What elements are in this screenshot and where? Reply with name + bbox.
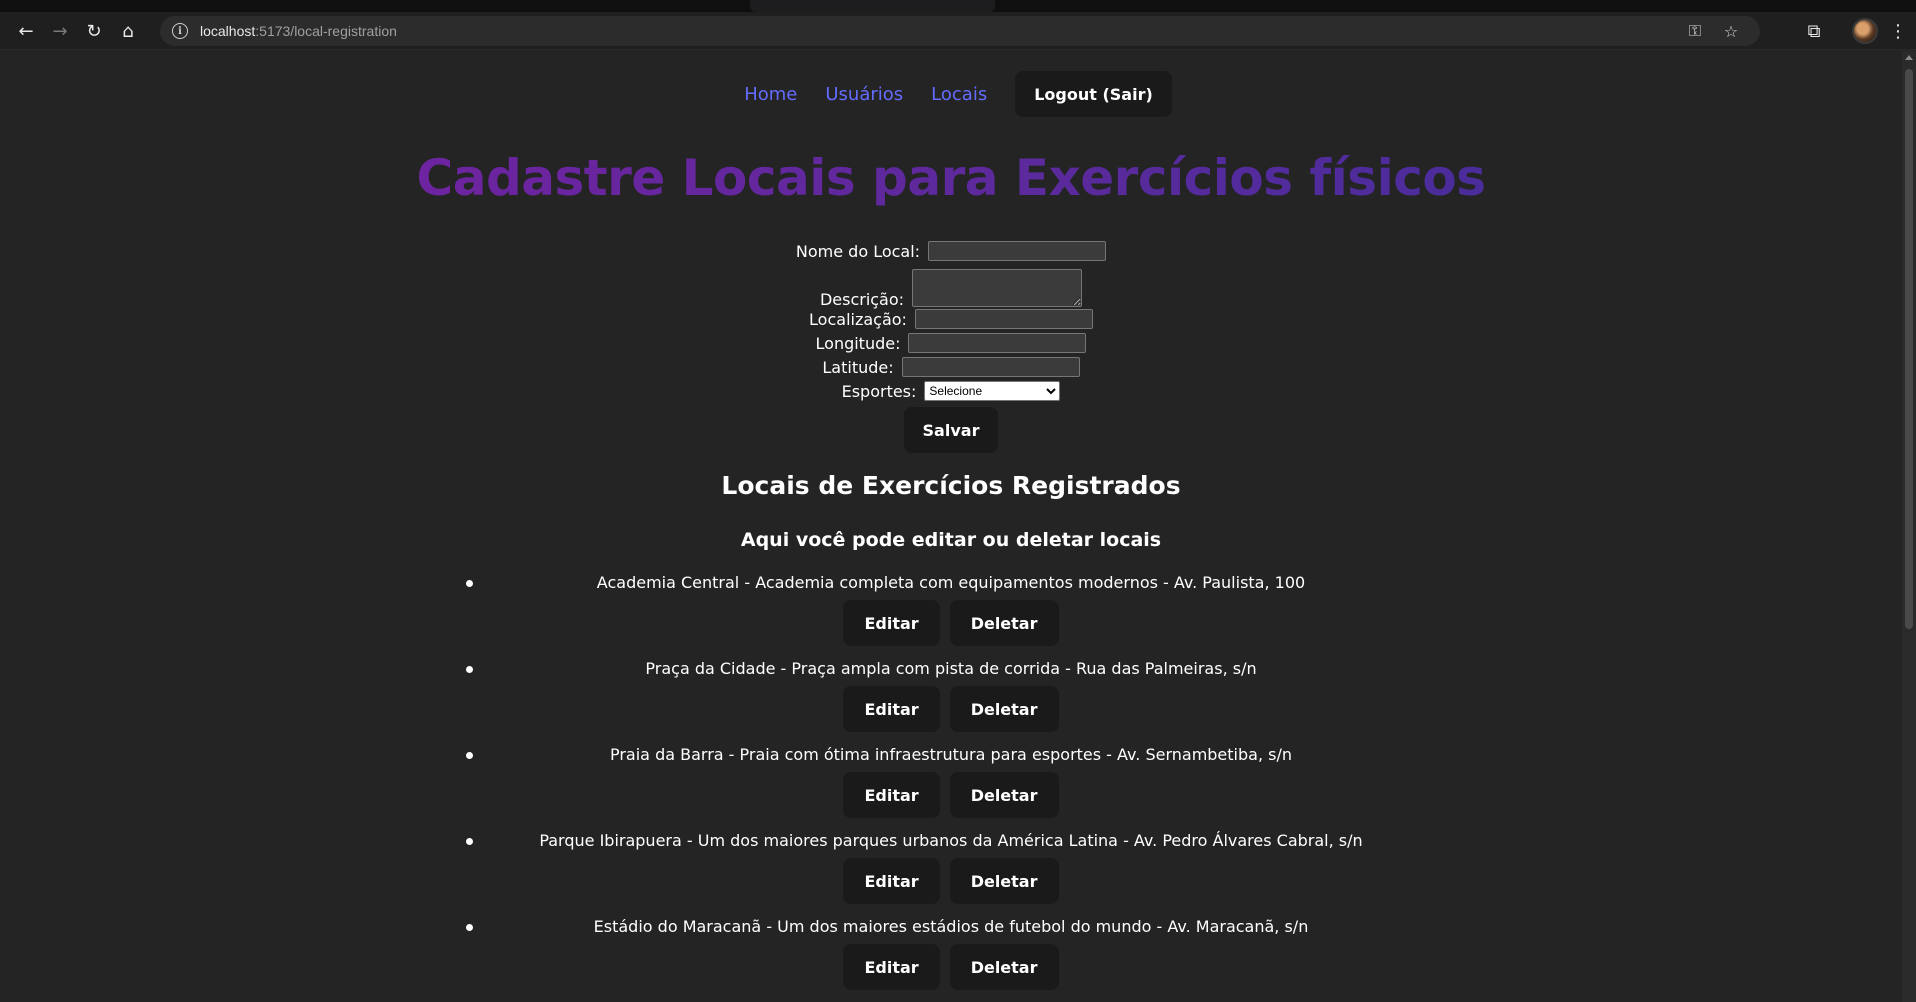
home-icon[interactable]: ⌂ (114, 17, 142, 45)
latitude-input[interactable] (901, 357, 1080, 377)
edit-button[interactable]: Editar (843, 686, 940, 732)
reload-icon[interactable]: ↻ (80, 17, 108, 45)
local-text: Praia da Barra - Praia com ótima infraes… (609, 745, 1292, 764)
delete-button[interactable]: Deletar (949, 944, 1059, 990)
form-row-esportes: Esportes: Selecione (842, 379, 1061, 403)
browser-active-tab[interactable] (750, 0, 995, 12)
edit-button[interactable]: Editar (843, 858, 940, 904)
localizacao-input[interactable] (914, 309, 1093, 329)
registered-subheading: Aqui você pode editar ou deletar locais (740, 529, 1162, 551)
back-arrow-icon[interactable]: ← (12, 17, 40, 45)
profile-avatar[interactable] (1852, 18, 1878, 44)
local-text: Praça da Cidade - Praça ampla com pista … (645, 659, 1257, 678)
nav-locais-link[interactable]: Locais (931, 84, 987, 105)
item-actions: Editar Deletar (0, 858, 1902, 904)
item-actions: Editar Deletar (0, 600, 1902, 646)
delete-button[interactable]: Deletar (949, 772, 1059, 818)
edit-button[interactable]: Editar (843, 600, 940, 646)
main-nav: Home Usuários Locais Logout (Sair) (0, 71, 1902, 117)
browser-tab-strip (0, 0, 1916, 12)
item-actions: Editar Deletar (0, 772, 1902, 818)
save-button[interactable]: Salvar (903, 407, 999, 453)
scroll-up-arrow-icon[interactable] (1905, 55, 1913, 60)
edit-button[interactable]: Editar (843, 944, 940, 990)
form-row-latitude: Latitude: (822, 355, 1080, 379)
item-actions: Editar Deletar (0, 686, 1902, 732)
url-path: :5173/local-registration (255, 23, 397, 39)
form-row-descricao: Descrição: (820, 263, 1083, 309)
forward-arrow-icon[interactable]: → (46, 17, 74, 45)
form-row-longitude: Longitude: (816, 331, 1087, 355)
form-row-localizacao: Localização: (809, 307, 1093, 331)
localizacao-label: Localização: (809, 309, 907, 329)
latitude-label: Latitude: (822, 357, 894, 377)
item-actions: Editar Deletar (0, 944, 1902, 990)
longitude-input[interactable] (908, 333, 1087, 353)
page-title: Cadastre Locais para Exercícios físicos (0, 149, 1902, 207)
esportes-select[interactable]: Selecione (924, 381, 1061, 401)
star-bookmark-icon[interactable]: ☆ (1720, 22, 1742, 41)
delete-button[interactable]: Deletar (949, 858, 1059, 904)
nav-usuarios-link[interactable]: Usuários (825, 84, 903, 105)
longitude-label: Longitude: (815, 333, 901, 353)
delete-button[interactable]: Deletar (949, 686, 1059, 732)
nav-home-link[interactable]: Home (744, 84, 797, 105)
url-host: localhost (200, 23, 256, 39)
logout-button[interactable]: Logout (Sair) (1015, 71, 1172, 117)
form-row-nome: Nome do Local: (795, 239, 1107, 263)
page-scrollbar[interactable] (1902, 51, 1916, 1002)
list-item: Praça da Cidade - Praça ampla com pista … (0, 654, 1902, 740)
page-viewport: Home Usuários Locais Logout (Sair) Cadas… (0, 51, 1902, 1002)
local-text: Academia Central - Academia completa com… (596, 573, 1306, 592)
delete-button[interactable]: Deletar (949, 600, 1059, 646)
local-text: Estádio do Maracanã - Um dos maiores est… (593, 917, 1309, 936)
local-registration-form: Nome do Local: Descrição: Localização: L… (0, 239, 1902, 453)
site-info-icon[interactable]: i (172, 23, 188, 39)
list-item: Estádio do Maracanã - Um dos maiores est… (0, 912, 1902, 998)
list-item: Academia Central - Academia completa com… (0, 568, 1902, 654)
locais-list: Academia Central - Academia completa com… (0, 568, 1902, 998)
key-icon[interactable]: ⚿ (1684, 21, 1706, 41)
registered-heading: Locais de Exercícios Registrados (721, 471, 1181, 500)
menu-kebab-icon[interactable]: ⋮ (1884, 17, 1912, 45)
esportes-label: Esportes: (841, 381, 917, 401)
descricao-textarea[interactable] (912, 269, 1083, 307)
nome-label: Nome do Local: (795, 241, 921, 261)
address-bar[interactable]: i localhost:5173/local-registration ⚿ ☆ (160, 16, 1760, 46)
list-item: Praia da Barra - Praia com ótima infraes… (0, 740, 1902, 826)
extensions-puzzle-icon[interactable]: ⧉ (1800, 17, 1828, 45)
nome-input[interactable] (928, 241, 1107, 261)
list-item: Parque Ibirapuera - Um dos maiores parqu… (0, 826, 1902, 912)
browser-toolbar: ← → ↻ ⌂ i localhost:5173/local-registrat… (0, 12, 1916, 50)
local-text: Parque Ibirapuera - Um dos maiores parqu… (539, 831, 1363, 850)
scrollbar-thumb[interactable] (1905, 69, 1913, 629)
edit-button[interactable]: Editar (843, 772, 940, 818)
